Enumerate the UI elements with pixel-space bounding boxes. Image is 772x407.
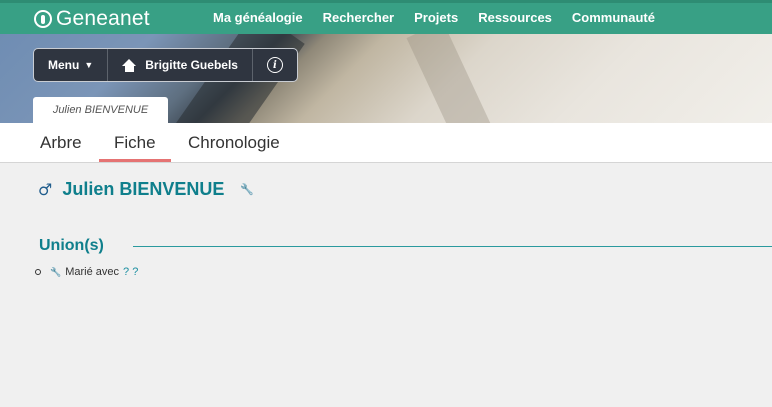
spouse-link[interactable]: ? ? <box>123 266 138 278</box>
home-button-label: Brigitte Guebels <box>145 58 238 72</box>
person-tab[interactable]: Julien BIENVENUE <box>33 97 168 123</box>
person-name: Julien BIENVENUE <box>62 179 225 199</box>
person-subtabs: Arbre Fiche Chronologie <box>0 123 772 163</box>
geneanet-logo[interactable]: Geneanet <box>34 7 150 31</box>
nav-link-ressources[interactable]: Ressources <box>478 10 552 25</box>
unions-section-title: Union(s) <box>39 237 104 254</box>
edit-wrench-icon[interactable]: 🔧 <box>50 267 61 278</box>
nav-link-communaute[interactable]: Communauté <box>572 10 655 25</box>
home-icon <box>122 58 137 72</box>
menu-button[interactable]: Menu ▼ <box>34 49 109 81</box>
nav-link-ma-genealogie[interactable]: Ma généalogie <box>213 10 303 25</box>
nav-link-rechercher[interactable]: Rechercher <box>323 10 395 25</box>
list-bullet <box>35 269 41 275</box>
section-divider <box>133 246 772 247</box>
info-button[interactable]: i <box>253 49 297 81</box>
edit-wrench-icon[interactable]: 🔧 <box>240 183 254 196</box>
top-navigation-bar: Geneanet Ma généalogie Rechercher Projet… <box>0 0 772 34</box>
tab-arbre[interactable]: Arbre <box>40 133 82 153</box>
tab-chronologie[interactable]: Chronologie <box>188 133 280 153</box>
union-label: Marié avec <box>65 266 120 278</box>
tab-fiche[interactable]: Fiche <box>99 133 171 162</box>
list-item: 🔧 Marié avec ? ? <box>35 266 138 278</box>
caret-down-icon: ▼ <box>84 60 94 70</box>
tree-logo-icon <box>34 10 52 28</box>
info-icon: i <box>266 57 283 73</box>
nav-link-projets[interactable]: Projets <box>414 10 458 25</box>
home-button[interactable]: Brigitte Guebels <box>108 49 253 81</box>
menu-button-label: Menu <box>48 58 80 72</box>
brand-name: Geneanet <box>56 7 150 30</box>
main-nav-links: Ma généalogie Rechercher Projets Ressour… <box>213 10 675 25</box>
person-header: ♂ Julien BIENVENUE 🔧 <box>38 179 254 200</box>
tree-toolbar: Menu ▼ Brigitte Guebels i <box>33 48 298 82</box>
male-gender-icon: ♂ <box>38 180 53 199</box>
